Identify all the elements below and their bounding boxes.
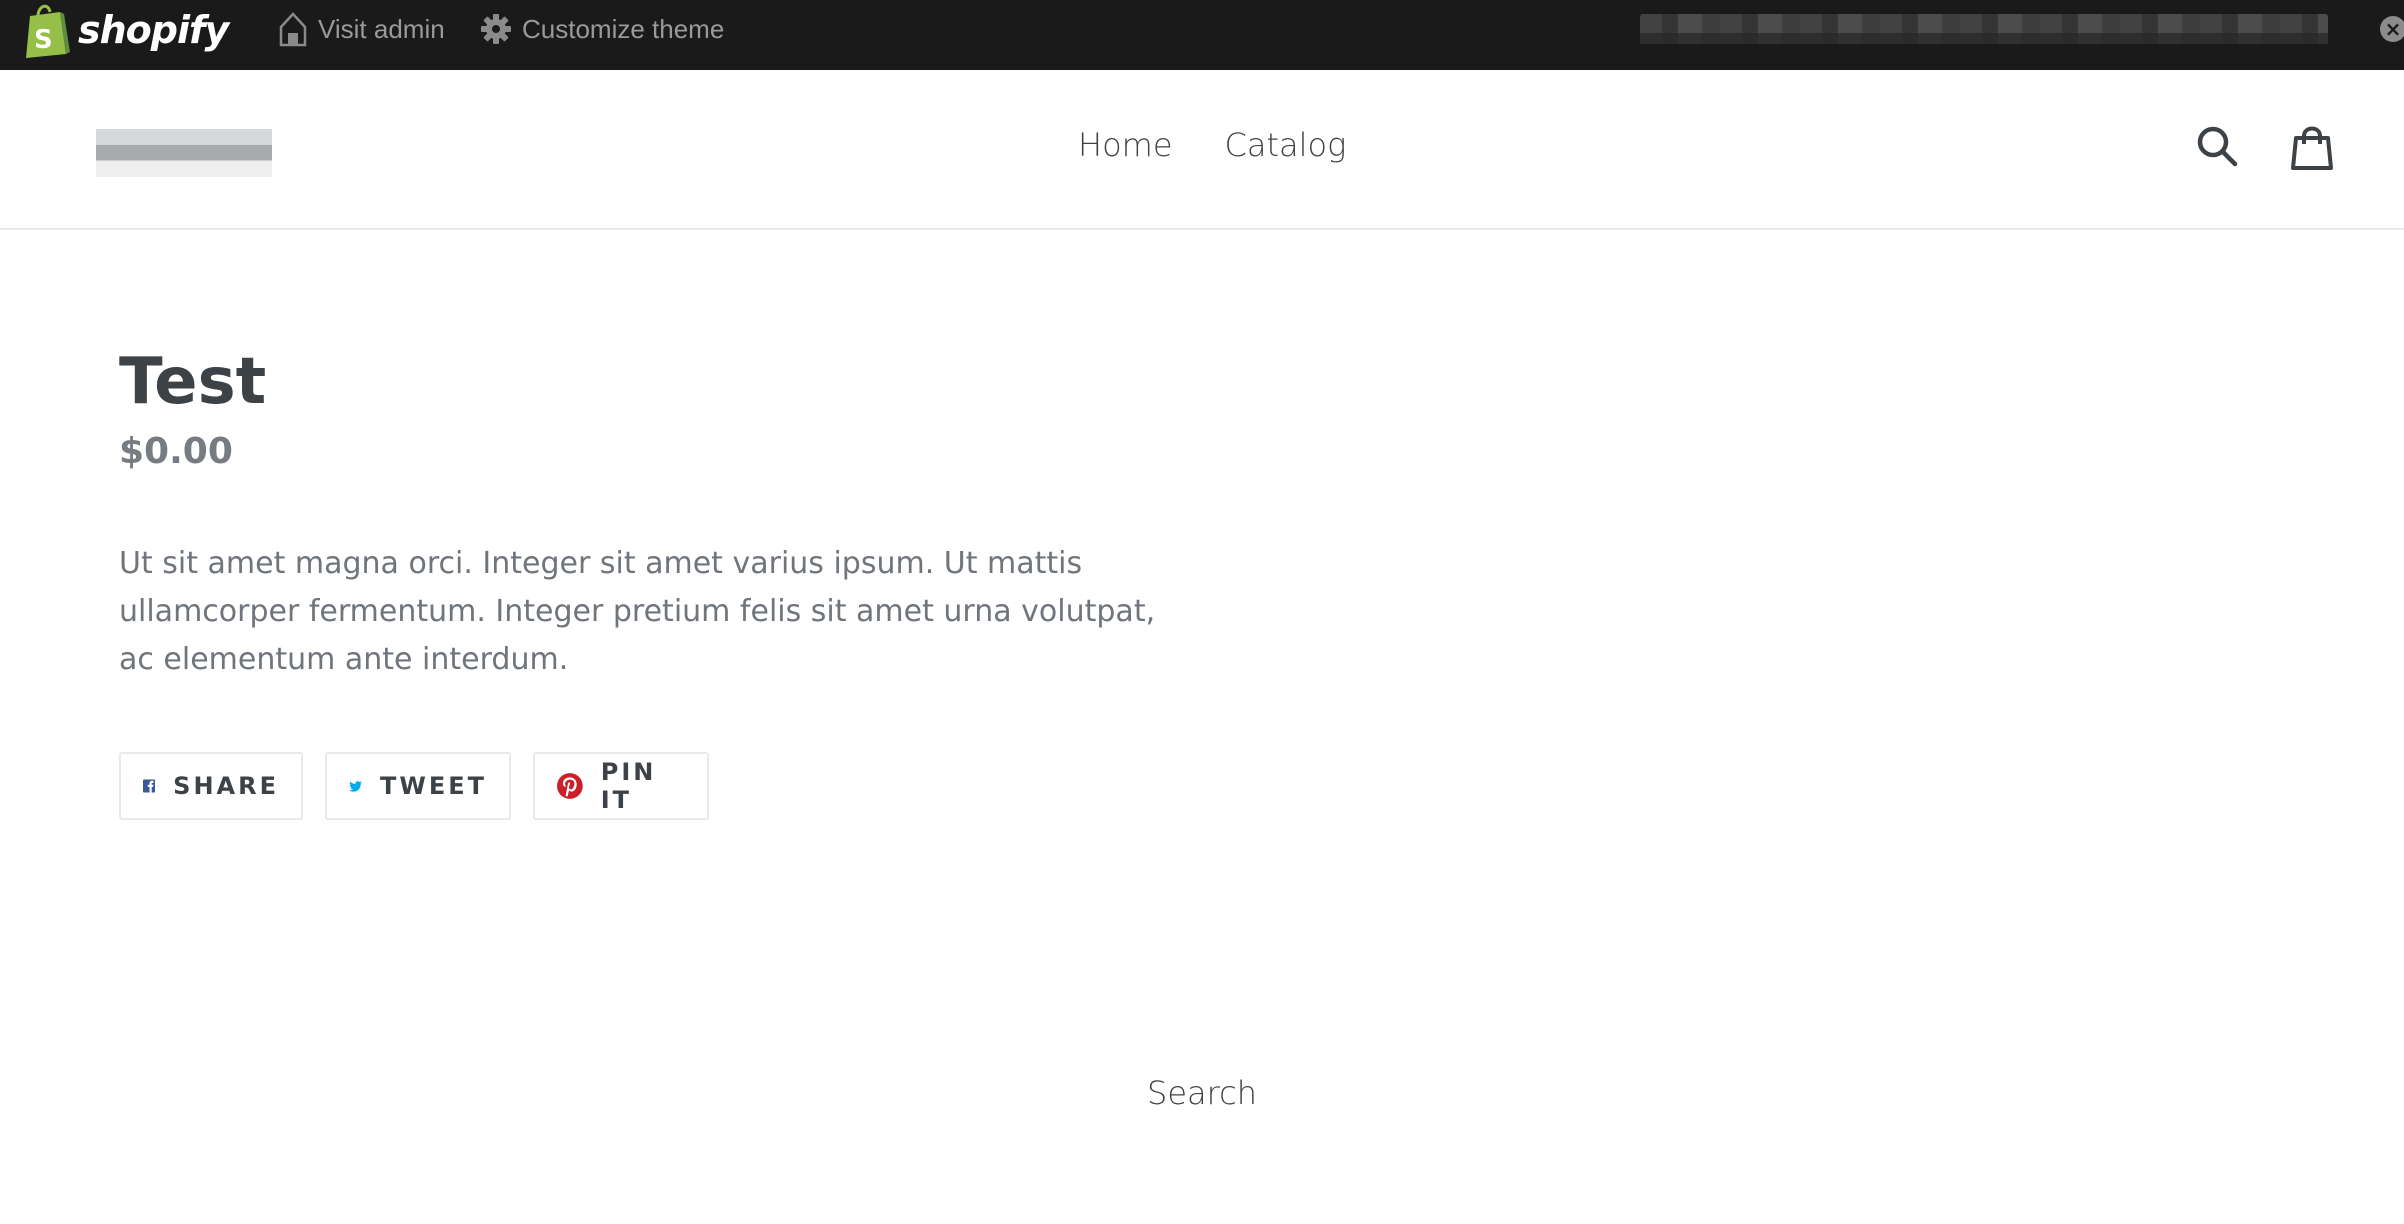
share-pinterest-button[interactable]: PIN IT <box>533 752 709 820</box>
pinterest-icon <box>557 773 583 799</box>
share-facebook-label: SHARE <box>173 772 279 800</box>
shopify-bag-icon: S <box>26 4 70 58</box>
visit-admin-link[interactable]: Visit admin <box>278 8 445 50</box>
shopify-wordmark: shopify <box>78 8 229 52</box>
product-title: Test <box>119 345 267 419</box>
site-header: Home Catalog <box>0 70 2404 230</box>
nav-home[interactable]: Home <box>1078 126 1173 164</box>
facebook-icon <box>143 779 156 793</box>
header-cart-button[interactable] <box>2290 124 2334 176</box>
product-description: Ut sit amet magna orci. Integer sit amet… <box>119 546 1156 677</box>
social-share-buttons: SHARE TWEET PIN IT <box>119 752 1179 820</box>
gear-icon <box>481 14 511 44</box>
close-admin-bar-button[interactable]: × <box>2380 16 2404 42</box>
product-price: $0.00 <box>119 431 233 472</box>
cart-icon <box>2291 126 2333 170</box>
home-icon <box>279 12 307 47</box>
site-footer: Search <box>0 1074 2404 1112</box>
customize-theme-link[interactable]: Customize theme <box>480 8 724 50</box>
store-logo-redacted[interactable] <box>96 129 272 177</box>
main-nav: Home Catalog <box>1078 126 1346 164</box>
search-icon <box>2197 126 2238 167</box>
share-twitter-label: TWEET <box>379 772 487 800</box>
share-pinterest-label: PIN IT <box>600 758 657 814</box>
nav-catalog[interactable]: Catalog <box>1225 126 1347 164</box>
customize-theme-label: Customize theme <box>522 13 725 44</box>
header-search-button[interactable] <box>2196 124 2240 174</box>
twitter-icon <box>349 781 362 792</box>
share-facebook-button[interactable]: SHARE <box>119 752 303 820</box>
product-section: Test $0.00 Ut sit amet magna orci. Integ… <box>119 340 1179 820</box>
svg-text:S: S <box>34 25 53 55</box>
admin-user-info-redacted <box>1640 14 2328 44</box>
share-twitter-button[interactable]: TWEET <box>325 752 511 820</box>
footer-search-link[interactable]: Search <box>1147 1074 1257 1112</box>
shopify-logo[interactable]: S shopify <box>22 2 229 58</box>
visit-admin-label: Visit admin <box>318 13 445 44</box>
close-icon: × <box>2384 17 2402 41</box>
shopify-admin-bar: S shopify Visit admin Customize theme × <box>0 0 2404 70</box>
